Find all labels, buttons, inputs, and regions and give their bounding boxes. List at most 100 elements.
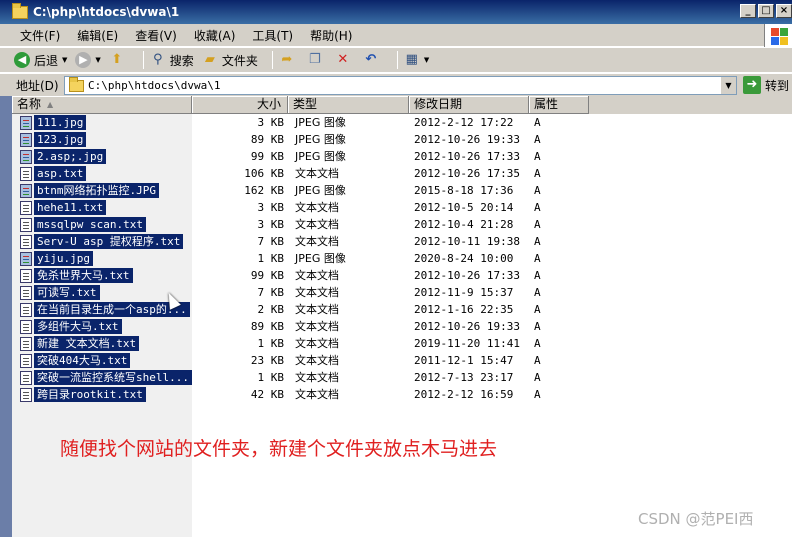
- file-size: 3 KB: [257, 218, 285, 231]
- file-type: JPEG 图像: [295, 150, 346, 163]
- file-name-cell: hehe11.txt: [20, 200, 107, 215]
- column-modified[interactable]: 修改日期: [409, 96, 529, 114]
- file-attributes: A: [534, 218, 541, 231]
- file-name-cell: asp.txt: [20, 166, 87, 181]
- file-modified: 2015-8-18 17:36: [414, 184, 514, 197]
- file-name-cell: yiju.jpg: [20, 251, 93, 266]
- search-icon: ⚲: [153, 52, 163, 67]
- file-name-cell: 123.jpg: [20, 132, 87, 147]
- folders-button[interactable]: ▰ 文件夹: [202, 52, 258, 69]
- menu-edit[interactable]: 编辑(E): [77, 27, 118, 44]
- file-name-cell: mssqlpw scan.txt: [20, 217, 146, 232]
- file-row[interactable]: 123.jpg 89 KB JPEG 图像 2012-10-26 19:33 A: [12, 131, 792, 148]
- file-row[interactable]: 跨目录rootkit.txt 42 KB 文本文档 2012-2-12 16:59 A: [12, 386, 792, 403]
- file-row[interactable]: yiju.jpg 1 KB JPEG 图像 2020-8-24 10:00 A: [12, 250, 792, 267]
- file-rows: 111.jpg 3 KB JPEG 图像 2012-2-12 17:22 A 123.jp…: [12, 114, 792, 403]
- text-file-icon: [20, 166, 32, 181]
- go-button[interactable]: ➜ 转到: [743, 76, 789, 94]
- file-row[interactable]: btnm网络拓扑监控.JPG 162 KB JPEG 图像 2015-8-18 17:…: [12, 182, 792, 199]
- delete-button[interactable]: ✕: [335, 52, 355, 68]
- file-name: hehe11.txt: [34, 200, 107, 215]
- file-size: 42 KB: [250, 388, 284, 401]
- views-button[interactable]: ▦ ▼: [404, 52, 430, 68]
- file-type: JPEG 图像: [295, 116, 346, 129]
- image-file-icon: [20, 251, 32, 266]
- column-name[interactable]: 名称 ▲: [12, 96, 192, 114]
- file-name-cell: 可读写.txt: [20, 285, 100, 300]
- column-size[interactable]: 大小: [192, 96, 288, 114]
- file-row[interactable]: 突破404大马.txt 23 KB 文本文档 2011-12-1 15:47 A: [12, 352, 792, 369]
- undo-button[interactable]: ↶: [363, 52, 383, 68]
- text-file-icon: [20, 285, 32, 300]
- file-attributes: A: [534, 303, 541, 316]
- file-row[interactable]: mssqlpw scan.txt 3 KB 文本文档 2012-10-4 21:28 A: [12, 216, 792, 233]
- address-dropdown-button[interactable]: ▼: [720, 77, 736, 94]
- file-row[interactable]: 可读写.txt 7 KB 文本文档 2012-11-9 15:37 A: [12, 284, 792, 301]
- column-attributes[interactable]: 属性: [529, 96, 589, 114]
- back-button[interactable]: ◀ 后退 ▼: [14, 52, 67, 69]
- file-row[interactable]: 多组件大马.txt 89 KB 文本文档 2012-10-26 19:33 A: [12, 318, 792, 335]
- file-size: 3 KB: [257, 116, 285, 129]
- menu-favorites[interactable]: 收藏(A): [194, 27, 236, 44]
- undo-icon: ↶: [365, 52, 377, 67]
- forward-arrow-icon: ▶: [75, 52, 92, 68]
- address-box[interactable]: ▼: [64, 76, 737, 95]
- file-modified: 2012-7-13 23:17: [414, 371, 514, 384]
- file-name-cell: 突破404大马.txt: [20, 353, 131, 368]
- file-row[interactable]: asp.txt 106 KB 文本文档 2012-10-26 17:35 A: [12, 165, 792, 182]
- file-type: 文本文档: [295, 354, 339, 367]
- text-file-icon: [20, 200, 32, 215]
- address-input[interactable]: [88, 79, 708, 92]
- search-label: 搜索: [169, 53, 194, 68]
- file-name: 2.asp;.jpg: [34, 149, 107, 164]
- file-name-cell: 111.jpg: [20, 115, 87, 130]
- go-label: 转到: [765, 78, 790, 93]
- file-size: 2 KB: [257, 303, 285, 316]
- file-attributes: A: [534, 388, 541, 401]
- file-row[interactable]: 突破一流监控系统写shell... 1 KB 文本文档 2012-7-13 23:17…: [12, 369, 792, 386]
- move-to-icon: ➦: [281, 52, 293, 67]
- file-attributes: A: [534, 354, 541, 367]
- minimize-button[interactable]: _: [740, 4, 756, 18]
- windows-logo-icon: [764, 24, 792, 48]
- file-row[interactable]: 在当前目录生成一个asp的... 2 KB 文本文档 2012-1-16 22:35 A: [12, 301, 792, 318]
- file-modified: 2012-10-11 19:38: [414, 235, 520, 248]
- file-name-cell: Serv-U asp 提权程序.txt: [20, 234, 184, 249]
- move-to-button[interactable]: ➦: [279, 52, 299, 68]
- copy-to-button[interactable]: ❐: [307, 52, 327, 68]
- file-attributes: A: [534, 269, 541, 282]
- file-row[interactable]: 免杀世界大马.txt 99 KB 文本文档 2012-10-26 17:33 A: [12, 267, 792, 284]
- column-type-label: 类型: [293, 97, 318, 111]
- file-row[interactable]: Serv-U asp 提权程序.txt 7 KB 文本文档 2012-10-11 19…: [12, 233, 792, 250]
- file-name-cell: 多组件大马.txt: [20, 319, 122, 334]
- file-name-cell: 跨目录rootkit.txt: [20, 387, 146, 402]
- file-row[interactable]: 2.asp;.jpg 99 KB JPEG 图像 2012-10-26 17:33 A: [12, 148, 792, 165]
- address-bar: 地址(D) ▼ ➜ 转到: [0, 73, 792, 96]
- file-attributes: A: [534, 133, 541, 146]
- file-type: 文本文档: [295, 371, 339, 384]
- file-name: 免杀世界大马.txt: [34, 268, 133, 283]
- menu-view[interactable]: 查看(V): [135, 27, 177, 44]
- file-row[interactable]: 新建 文本文档.txt 1 KB 文本文档 2019-11-20 11:41 A: [12, 335, 792, 352]
- file-name: mssqlpw scan.txt: [34, 217, 146, 232]
- column-type[interactable]: 类型: [288, 96, 409, 114]
- sort-ascending-icon: ▲: [47, 100, 54, 109]
- menu-file[interactable]: 文件(F): [20, 27, 60, 44]
- file-type: 文本文档: [295, 320, 339, 333]
- text-file-icon: [20, 302, 32, 317]
- forward-button[interactable]: ▶ ▼: [75, 52, 101, 68]
- menu-help[interactable]: 帮助(H): [310, 27, 352, 44]
- search-button[interactable]: ⚲ 搜索: [150, 52, 194, 69]
- close-button[interactable]: ×: [776, 4, 792, 18]
- file-name-cell: 免杀世界大马.txt: [20, 268, 133, 283]
- file-row[interactable]: 111.jpg 3 KB JPEG 图像 2012-2-12 17:22 A: [12, 114, 792, 131]
- file-attributes: A: [534, 286, 541, 299]
- menu-tools[interactable]: 工具(T): [252, 27, 293, 44]
- maximize-button[interactable]: □: [758, 4, 774, 18]
- file-modified: 2012-10-26 19:33: [414, 320, 520, 333]
- up-folder-button[interactable]: ⬆: [109, 52, 129, 68]
- chevron-down-icon: ▼: [423, 56, 430, 64]
- file-attributes: A: [534, 150, 541, 163]
- file-name-cell: btnm网络拓扑监控.JPG: [20, 183, 159, 198]
- file-row[interactable]: hehe11.txt 3 KB 文本文档 2012-10-5 20:14 A: [12, 199, 792, 216]
